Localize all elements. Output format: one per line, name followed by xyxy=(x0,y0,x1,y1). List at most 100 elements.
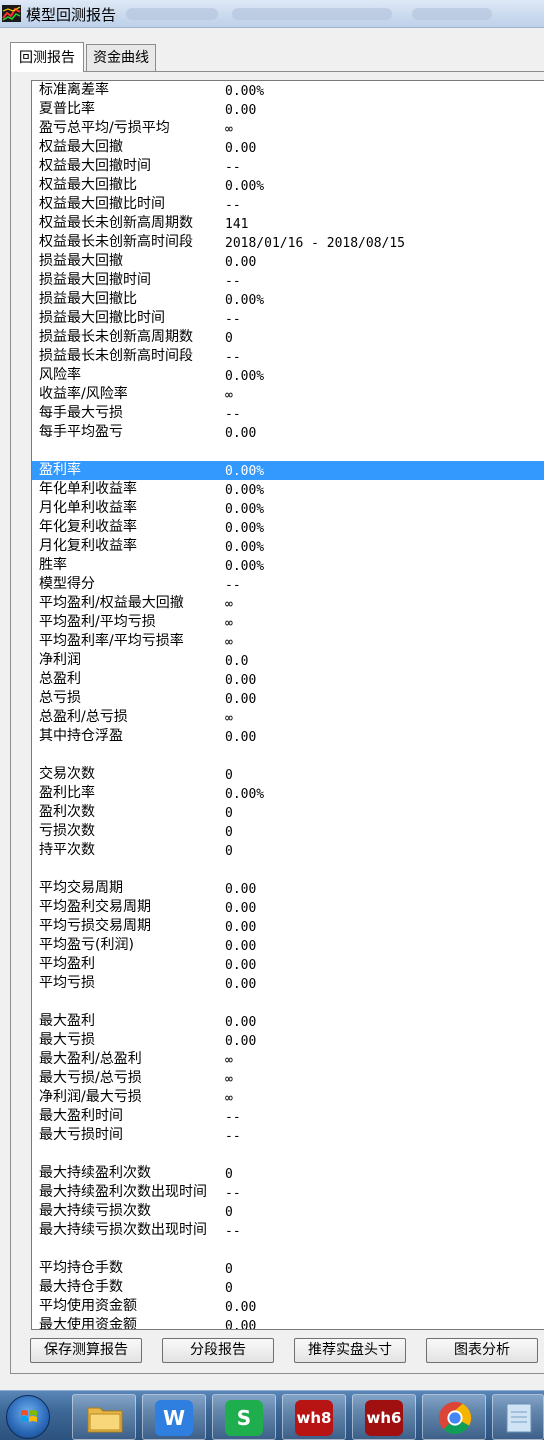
list-item[interactable]: 净利润/最大亏损 ∞ xyxy=(32,1088,544,1107)
list-item[interactable]: 总盈利 0.00 xyxy=(32,670,544,689)
list-item[interactable]: 损益最长未创新高时间段 -- xyxy=(32,347,544,366)
row-label: 平均盈利/平均亏损 xyxy=(39,614,156,630)
list-item[interactable]: 亏损次数 0 xyxy=(32,822,544,841)
list-item[interactable]: 最大持续盈利次数出现时间 -- xyxy=(32,1183,544,1202)
list-item[interactable]: 总盈利/总亏损 ∞ xyxy=(32,708,544,727)
list-item[interactable]: 权益最大回撤比 0.00% xyxy=(32,176,544,195)
row-label: 模型得分 xyxy=(39,576,95,592)
tab-equity-curve[interactable]: 资金曲线 xyxy=(86,44,156,72)
list-item[interactable]: 其中持仓浮盈 0.00 xyxy=(32,727,544,746)
list-item[interactable]: 风险率 0.00% xyxy=(32,366,544,385)
list-item[interactable]: 权益最长未创新高周期数 141 xyxy=(32,214,544,233)
list-item[interactable]: 最大使用资金额 0.00 xyxy=(32,1316,544,1329)
taskbar-item-wps-spreadsheet[interactable]: S xyxy=(212,1394,276,1440)
wps-spreadsheet-icon: S xyxy=(225,1400,263,1436)
list-item[interactable]: 损益最大回撤 0.00 xyxy=(32,252,544,271)
list-item[interactable]: 平均盈利/平均亏损 ∞ xyxy=(32,613,544,632)
list-item[interactable]: 最大盈利时间 -- xyxy=(32,1107,544,1126)
row-value: ∞ xyxy=(225,616,233,631)
taskbar-item-explorer[interactable] xyxy=(72,1394,136,1440)
save-report-button[interactable]: 保存测算报告 xyxy=(30,1338,142,1363)
list-item[interactable]: 盈利次数 0 xyxy=(32,803,544,822)
chart-analysis-button[interactable]: 图表分析 xyxy=(426,1338,538,1363)
list-item[interactable]: 最大持续盈利次数 0 xyxy=(32,1164,544,1183)
list-item[interactable]: 平均亏损 0.00 xyxy=(32,974,544,993)
row-value: ∞ xyxy=(225,711,233,726)
row-value: 0.00% xyxy=(225,521,265,536)
taskbar-item-wh6[interactable]: wh6 xyxy=(352,1394,416,1440)
title-bar: 模型回测报告 xyxy=(0,0,544,28)
row-label: 最大盈利 xyxy=(39,1013,95,1029)
list-item[interactable]: 最大盈利 0.00 xyxy=(32,1012,544,1031)
list-item[interactable]: 权益最长未创新高时间段 2018/01/16 - 2018/08/15 xyxy=(32,233,544,252)
list-item[interactable]: 平均盈利 0.00 xyxy=(32,955,544,974)
wh8-icon: wh8 xyxy=(295,1400,333,1436)
list-item[interactable]: 损益最大回撤比 0.00% xyxy=(32,290,544,309)
list-item[interactable]: 最大持续亏损次数出现时间 -- xyxy=(32,1221,544,1240)
app-icon xyxy=(2,5,21,22)
row-value: ∞ xyxy=(225,122,233,137)
list-item[interactable]: 胜率 0.00% xyxy=(32,556,544,575)
list-item[interactable]: 最大盈利/总盈利 ∞ xyxy=(32,1050,544,1069)
report-list[interactable]: 标准离差率 0.00% 夏普比率 0.00 盈亏总平均/亏损平均 ∞ 权益最大回撤 0.00 权… xyxy=(31,80,544,1330)
list-item[interactable]: 损益最长未创新高周期数 0 xyxy=(32,328,544,347)
tab-backtest-report[interactable]: 回测报告 xyxy=(10,42,84,72)
list-item[interactable]: 标准离差率 0.00% xyxy=(32,81,544,100)
row-value: 0.00 xyxy=(225,958,257,973)
taskbar-item-wh8[interactable]: wh8 xyxy=(282,1394,346,1440)
list-item[interactable]: 交易次数 0 xyxy=(32,765,544,784)
list-item[interactable]: 年化复利收益率 0.00% xyxy=(32,518,544,537)
list-item[interactable]: 权益最大回撤 0.00 xyxy=(32,138,544,157)
row-value: 0.00% xyxy=(225,483,265,498)
list-item[interactable]: 平均持仓手数 0 xyxy=(32,1259,544,1278)
list-item[interactable]: 盈利比率 0.00% xyxy=(32,784,544,803)
list-item[interactable]: 每手平均盈亏 0.00 xyxy=(32,423,544,442)
row-label: 夏普比率 xyxy=(39,101,95,117)
row-value: 0.0 xyxy=(225,654,249,669)
taskbar-item-notepad[interactable] xyxy=(492,1394,544,1440)
list-item[interactable]: 平均使用资金额 0.00 xyxy=(32,1297,544,1316)
list-item[interactable]: 平均亏损交易周期 0.00 xyxy=(32,917,544,936)
list-item[interactable]: 权益最大回撤比时间 -- xyxy=(32,195,544,214)
list-item[interactable]: 损益最大回撤比时间 -- xyxy=(32,309,544,328)
list-item[interactable]: 月化复利收益率 0.00% xyxy=(32,537,544,556)
list-item[interactable]: 最大持仓手数 0 xyxy=(32,1278,544,1297)
segment-report-button[interactable]: 分段报告 xyxy=(162,1338,274,1363)
row-label: 平均盈利/权益最大回撤 xyxy=(39,595,184,611)
row-value: 0.00 xyxy=(225,939,257,954)
list-item[interactable]: 持平次数 0 xyxy=(32,841,544,860)
taskbar-item-chrome[interactable] xyxy=(422,1394,486,1440)
list-item[interactable]: 最大亏损/总亏损 ∞ xyxy=(32,1069,544,1088)
list-item[interactable]: 每手最大亏损 -- xyxy=(32,404,544,423)
windows-logo-icon xyxy=(21,1410,37,1422)
list-item[interactable]: 模型得分 -- xyxy=(32,575,544,594)
row-value: -- xyxy=(225,1224,241,1239)
row-value: 0.00 xyxy=(225,1034,257,1049)
list-item[interactable]: 平均盈利率/平均亏损率 ∞ xyxy=(32,632,544,651)
row-value: ∞ xyxy=(225,1091,233,1106)
start-button[interactable] xyxy=(6,1395,50,1439)
list-item[interactable]: 收益率/风险率 ∞ xyxy=(32,385,544,404)
list-item[interactable]: 权益最大回撤时间 -- xyxy=(32,157,544,176)
list-item[interactable]: 最大持续亏损次数 0 xyxy=(32,1202,544,1221)
list-item[interactable]: 月化单利收益率 0.00% xyxy=(32,499,544,518)
list-item[interactable]: 夏普比率 0.00 xyxy=(32,100,544,119)
list-item[interactable]: 总亏损 0.00 xyxy=(32,689,544,708)
list-item[interactable]: 平均交易周期 0.00 xyxy=(32,879,544,898)
report-panel: 标准离差率 0.00% 夏普比率 0.00 盈亏总平均/亏损平均 ∞ 权益最大回撤 0.00 权… xyxy=(10,71,544,1374)
recommend-position-button[interactable]: 推荐实盘头寸 xyxy=(294,1338,406,1363)
list-item[interactable]: 平均盈亏(利润) 0.00 xyxy=(32,936,544,955)
list-item[interactable]: 损益最大回撤时间 -- xyxy=(32,271,544,290)
list-item[interactable]: 年化单利收益率 0.00% xyxy=(32,480,544,499)
list-item[interactable]: 净利润 0.0 xyxy=(32,651,544,670)
row-value: 0 xyxy=(225,1167,233,1182)
list-item[interactable]: 平均盈利交易周期 0.00 xyxy=(32,898,544,917)
list-item[interactable]: 盈利率 0.00% xyxy=(32,461,544,480)
list-item[interactable]: 平均盈利/权益最大回撤 ∞ xyxy=(32,594,544,613)
list-item[interactable]: 盈亏总平均/亏损平均 ∞ xyxy=(32,119,544,138)
taskbar-item-wps-writer[interactable]: W xyxy=(142,1394,206,1440)
list-item[interactable]: 最大亏损时间 -- xyxy=(32,1126,544,1145)
list-item[interactable]: 最大亏损 0.00 xyxy=(32,1031,544,1050)
